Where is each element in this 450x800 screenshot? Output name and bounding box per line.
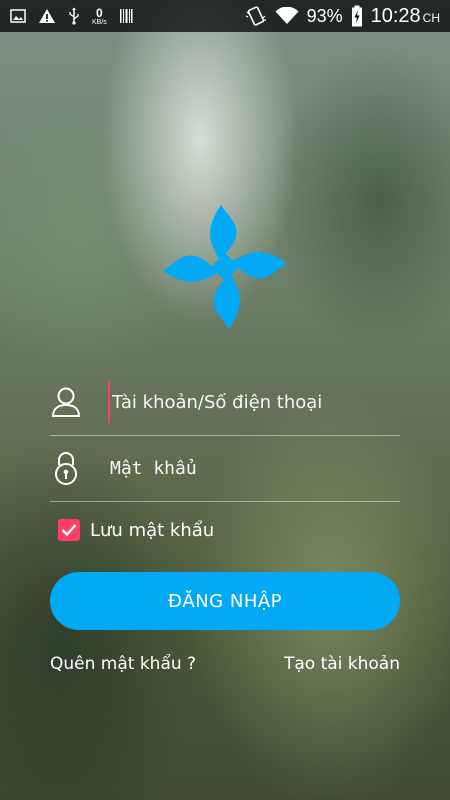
clock-suffix: CH	[422, 10, 440, 25]
remember-password-label: Lưu mật khẩu	[90, 519, 215, 541]
battery-percent: 93%	[306, 5, 343, 26]
barcode-icon	[119, 8, 133, 24]
data-speed-icon: 0 KB/s	[92, 7, 107, 26]
account-field-row	[50, 369, 400, 436]
data-speed-unit: KB/s	[92, 18, 107, 26]
status-bar: 0 KB/s 93% 10:28 CH	[0, 0, 450, 32]
clock: 10:28 CH	[371, 5, 440, 28]
vibrate-icon	[245, 6, 267, 26]
login-button[interactable]: ĐĂNG NHẬP	[50, 572, 400, 630]
warning-icon	[38, 8, 56, 24]
remember-password-checkbox[interactable]: Lưu mật khẩu	[58, 519, 214, 541]
battery-charging-icon	[351, 5, 363, 27]
status-bar-left: 0 KB/s	[10, 7, 133, 26]
data-speed-value: 0	[96, 5, 103, 20]
password-input[interactable]	[108, 447, 400, 489]
wifi-icon	[275, 7, 299, 25]
usb-icon	[68, 7, 80, 25]
app-logo	[158, 200, 292, 334]
account-input[interactable]	[108, 381, 400, 423]
password-field-row	[50, 435, 400, 502]
pinwheel-logo-icon	[163, 205, 287, 329]
forgot-password-link[interactable]: Quên mật khẩu ?	[50, 654, 196, 674]
user-icon	[50, 385, 82, 419]
create-account-link[interactable]: Tạo tài khoản	[284, 654, 400, 674]
checkbox-checked-icon[interactable]	[58, 519, 80, 541]
lock-icon	[50, 451, 82, 485]
clock-time: 10:28	[370, 4, 421, 27]
status-bar-right: 93% 10:28 CH	[245, 5, 440, 28]
gallery-icon	[10, 9, 26, 23]
